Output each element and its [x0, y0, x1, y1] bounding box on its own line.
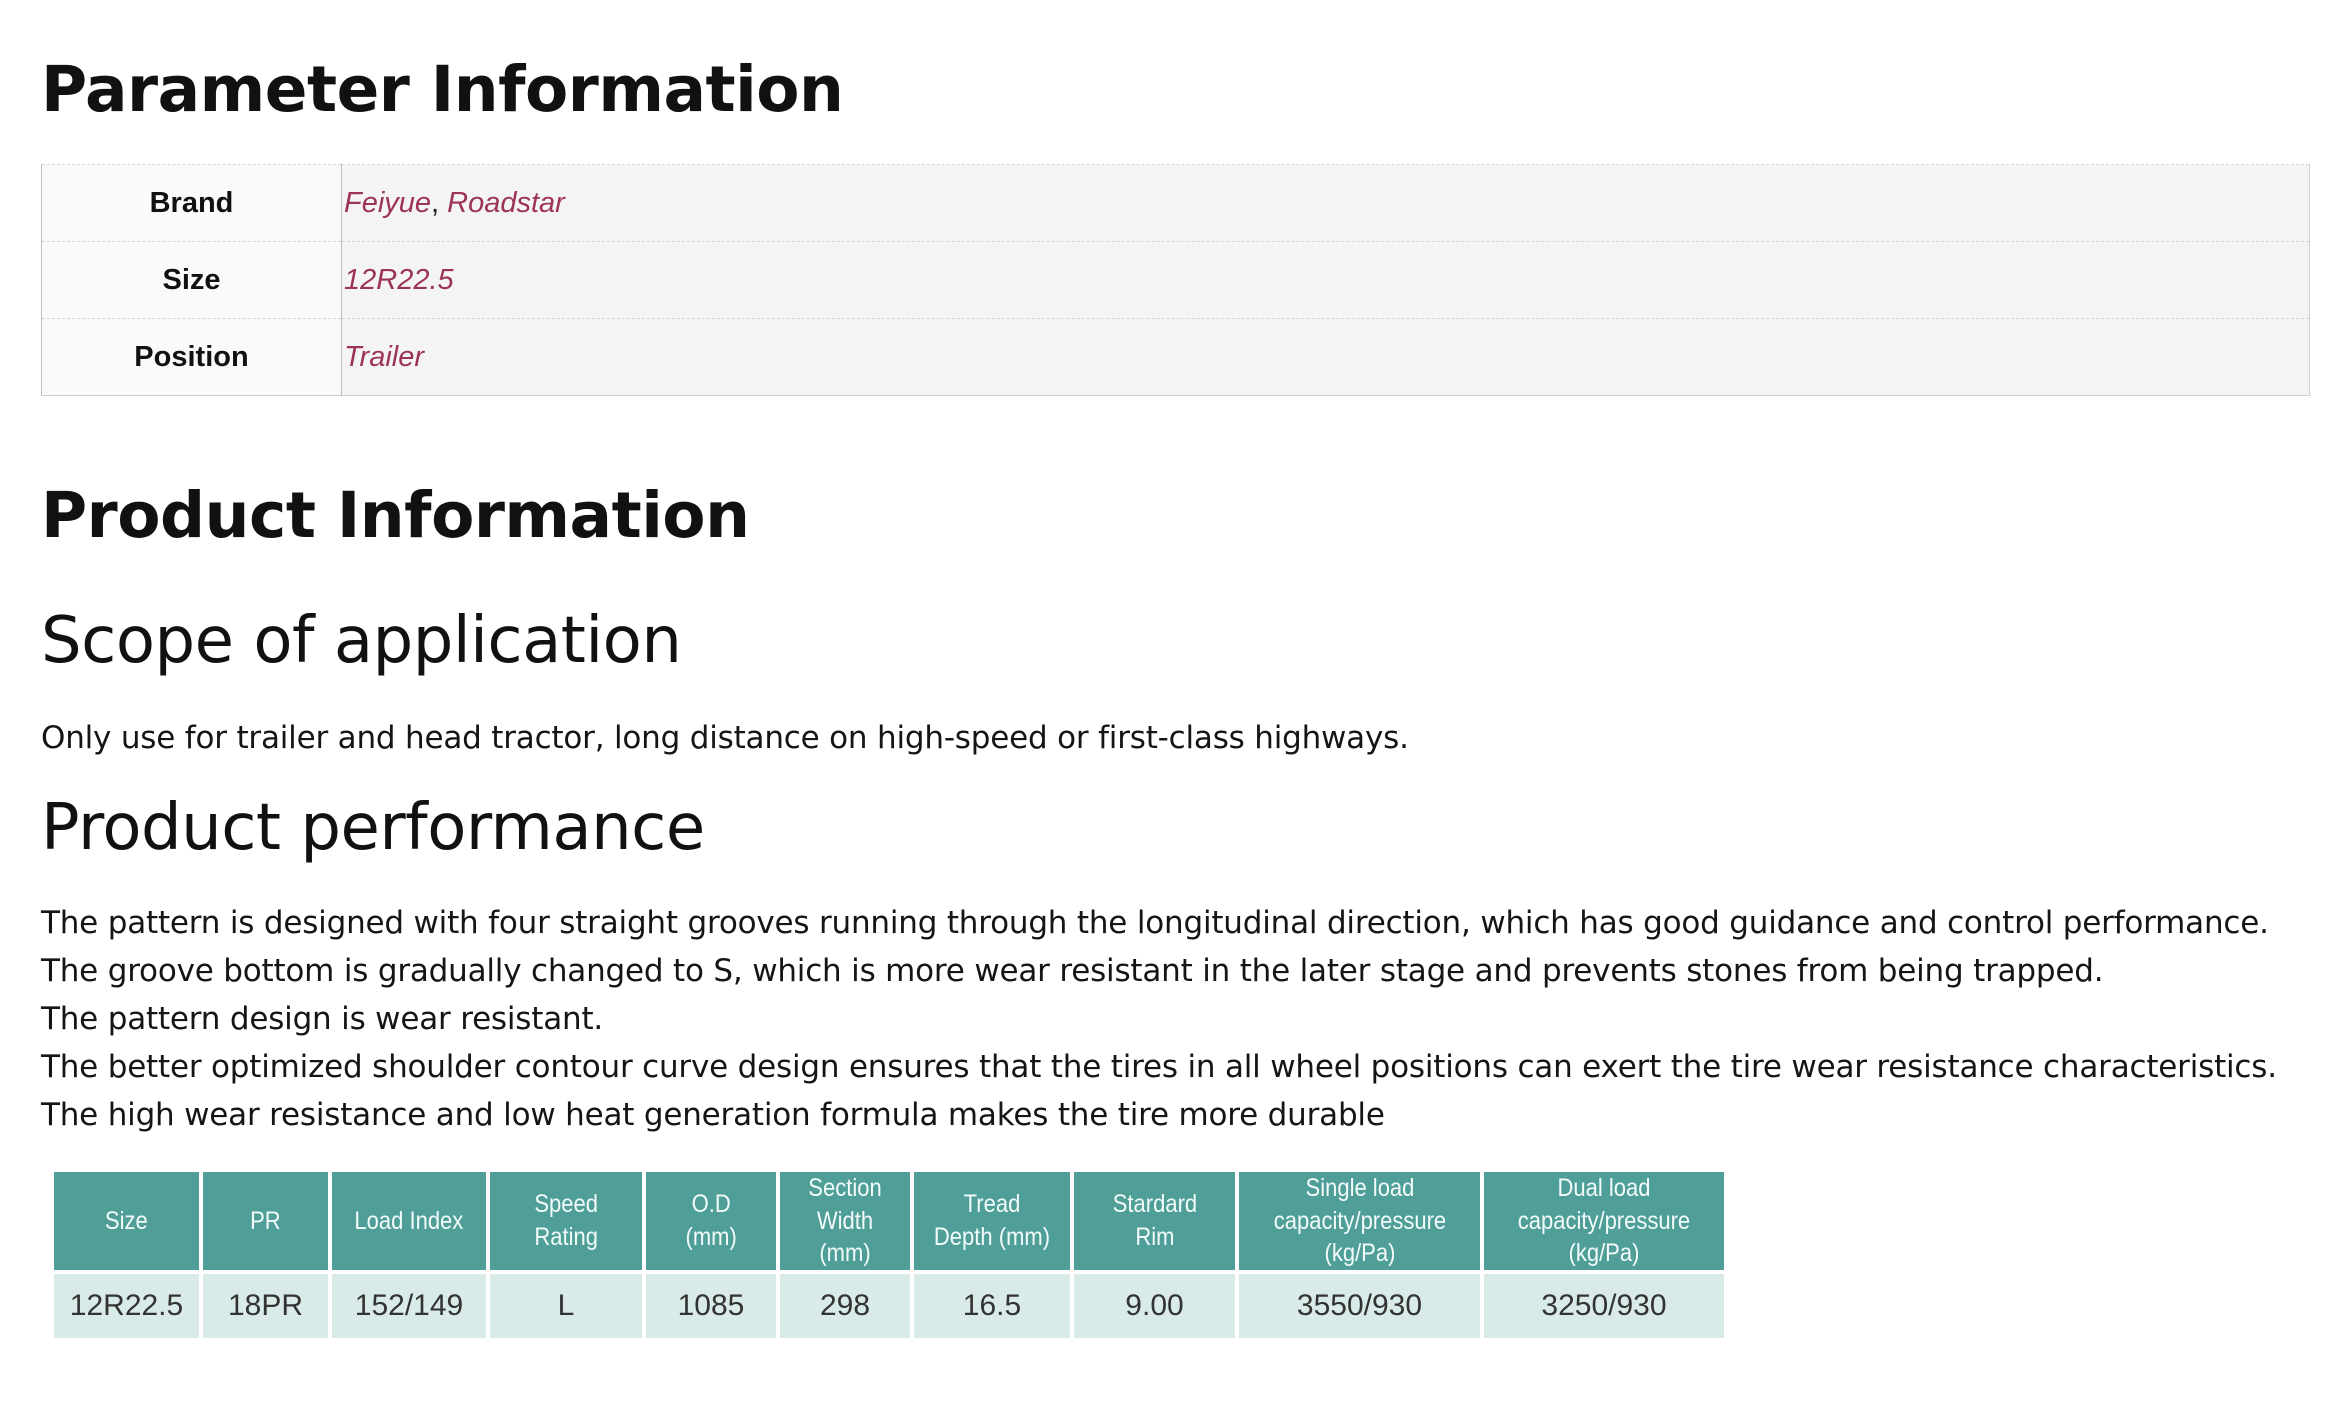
spec-header-dual-load: Dual load capacity/pressure (kg/Pa): [1484, 1172, 1724, 1274]
spec-cell-speed-rating: L: [490, 1273, 642, 1338]
page: Parameter Information Brand Feiyue, Road…: [0, 0, 2349, 1403]
spec-header-single-load: Single load capacity/pressure (kg/Pa): [1239, 1172, 1480, 1274]
spec-cell-pr: 18PR: [203, 1273, 328, 1338]
parameter-row-brand: Brand Feiyue, Roadstar: [41, 164, 2310, 242]
spec-cell-tread-depth: 16.5: [914, 1273, 1070, 1338]
parameter-row-position: Position Trailer: [41, 318, 2310, 396]
spec-cell-single-load: 3550/930: [1239, 1273, 1480, 1338]
size-link[interactable]: 12R22.5: [344, 264, 454, 296]
spec-cell-load-index: 152/149: [332, 1273, 486, 1338]
spec-data-row: 12R22.5 18PR 152/149 L 1085 298 16.5 9.0…: [54, 1273, 1724, 1338]
performance-line: The groove bottom is gradually changed t…: [41, 953, 2104, 989]
position-link[interactable]: Trailer: [344, 341, 424, 373]
specification-table: Size PR Load Index Speed Rating O.D (mm)…: [50, 1172, 1728, 1338]
product-performance-heading: Product performance: [41, 791, 705, 865]
spec-header-section-width: Section Width (mm): [780, 1172, 910, 1274]
brand-link-roadstar[interactable]: Roadstar: [447, 187, 565, 219]
spec-header-load-index: Load Index: [332, 1172, 486, 1274]
performance-line: The pattern is designed with four straig…: [41, 905, 2269, 941]
scope-text: Only use for trailer and head tractor, l…: [41, 720, 1409, 756]
position-value: Trailer: [341, 318, 2310, 396]
brand-link-feiyue[interactable]: Feiyue: [344, 187, 431, 219]
spec-cell-standard-rim: 9.00: [1074, 1273, 1235, 1338]
product-information-heading: Product Information: [41, 479, 750, 552]
spec-cell-od: 1085: [646, 1273, 776, 1338]
spec-header-row: Size PR Load Index Speed Rating O.D (mm)…: [54, 1172, 1724, 1274]
parameter-row-size: Size 12R22.5: [41, 241, 2310, 319]
spec-header-standard-rim: Stardard Rim: [1074, 1172, 1235, 1274]
spec-header-od: O.D (mm): [646, 1172, 776, 1274]
spec-cell-size: 12R22.5: [54, 1273, 199, 1338]
brand-label: Brand: [41, 164, 342, 242]
spec-cell-section-width: 298: [780, 1273, 910, 1338]
spec-header-speed-rating: Speed Rating: [490, 1172, 642, 1274]
performance-line: The better optimized shoulder contour cu…: [41, 1049, 2277, 1085]
brand-value: Feiyue, Roadstar: [341, 164, 2310, 242]
spec-header-tread-depth: Tread Depth (mm): [914, 1172, 1070, 1274]
spec-cell-dual-load: 3250/930: [1484, 1273, 1724, 1338]
parameter-table: Brand Feiyue, Roadstar Size 12R22.5 Posi…: [41, 164, 2310, 396]
parameter-information-heading: Parameter Information: [41, 53, 844, 126]
size-label: Size: [41, 241, 342, 319]
performance-line: The pattern design is wear resistant.: [41, 1001, 604, 1037]
brand-separator: ,: [431, 186, 440, 219]
position-label: Position: [41, 318, 342, 396]
size-value: 12R22.5: [341, 241, 2310, 319]
scope-of-application-heading: Scope of application: [41, 604, 682, 678]
spec-header-size: Size: [54, 1172, 199, 1274]
spec-header-pr: PR: [203, 1172, 328, 1274]
performance-line: The high wear resistance and low heat ge…: [41, 1097, 1385, 1133]
